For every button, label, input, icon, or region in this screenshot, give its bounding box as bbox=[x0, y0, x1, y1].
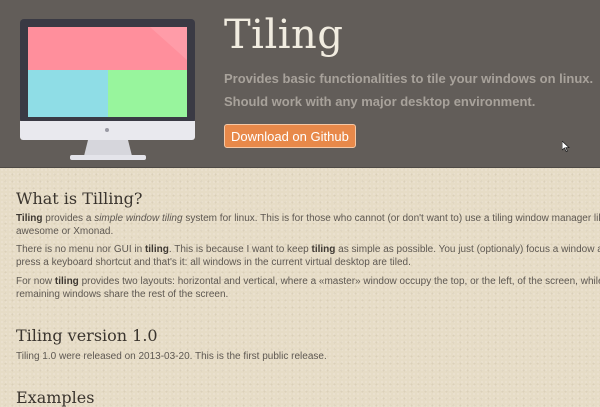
paragraph-version: Tiling 1.0 were released on 2013-03-20. … bbox=[16, 351, 327, 362]
page-header: Tiling Provides basic functionalities to… bbox=[0, 0, 600, 168]
desktop-monitor-tiling-icon bbox=[20, 19, 195, 160]
paragraph-what-3: For now tiling provides two layouts: hor… bbox=[16, 276, 600, 300]
paragraph-what-2: There is no menu nor GUI in tiling. This… bbox=[16, 244, 600, 268]
paragraph-what-1: Tiling provides a simple window tiling s… bbox=[16, 213, 600, 237]
section-heading-examples: Examples bbox=[16, 388, 95, 407]
section-heading-version: Tiling version 1.0 bbox=[16, 326, 158, 345]
page-title: Tiling bbox=[224, 12, 344, 58]
tagline-secondary: Should work with any major desktop envir… bbox=[224, 94, 536, 109]
tagline: Provides basic functionalities to tile y… bbox=[224, 71, 594, 86]
tile-left bbox=[28, 70, 108, 117]
section-heading-what: What is Tilling? bbox=[16, 189, 143, 208]
tile-right bbox=[108, 70, 187, 117]
download-github-button[interactable]: Download on Github bbox=[224, 124, 356, 148]
mouse-pointer-icon bbox=[562, 141, 570, 152]
